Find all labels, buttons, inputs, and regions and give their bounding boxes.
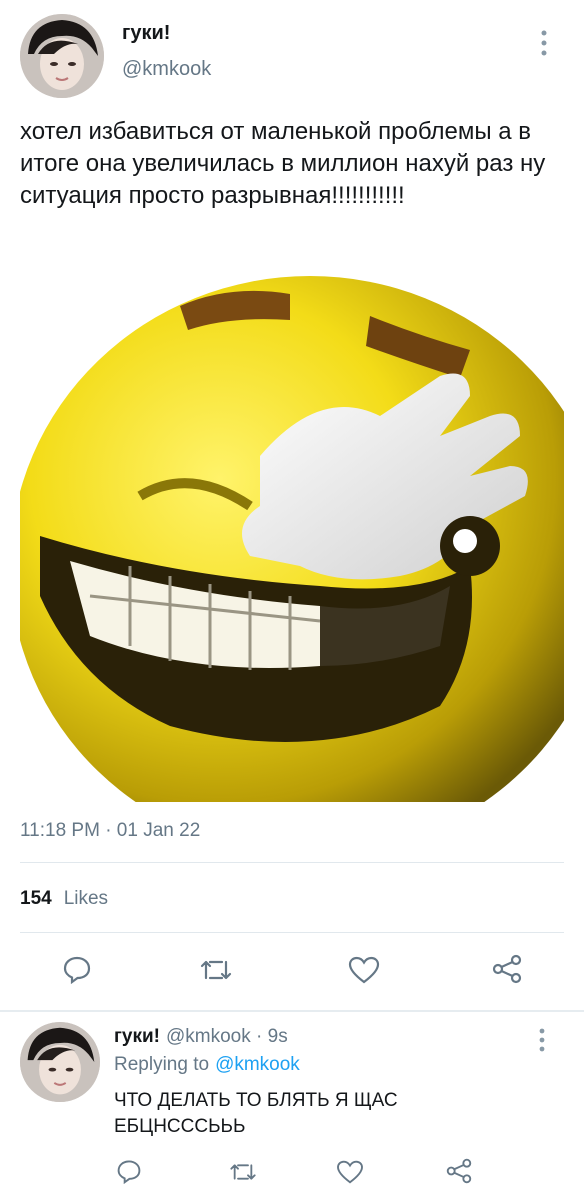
more-options-icon[interactable] xyxy=(540,30,548,56)
reply-icon[interactable] xyxy=(62,954,92,984)
likes-stat[interactable]: 154 Likes xyxy=(20,888,108,910)
divider xyxy=(20,932,564,933)
share-icon[interactable] xyxy=(492,954,522,984)
divider xyxy=(20,862,564,863)
reply-more-options-icon[interactable] xyxy=(538,1028,546,1052)
likes-label: Likes xyxy=(63,888,109,909)
reply-like-icon[interactable] xyxy=(336,1160,364,1184)
laughing-emoji-image[interactable] xyxy=(20,266,564,802)
avatar[interactable] xyxy=(20,14,104,98)
reply-reply-icon[interactable] xyxy=(116,1158,142,1184)
reply-avatar[interactable] xyxy=(20,1022,100,1102)
reply-handle-time[interactable]: @kmkook · 9s xyxy=(166,1026,288,1048)
display-name[interactable]: гуки! xyxy=(122,22,170,45)
likes-count: 154 xyxy=(20,888,52,909)
replying-to-handle-link[interactable]: @kmkook xyxy=(215,1054,300,1076)
tweet-timestamp[interactable]: 11:18 PM · 01 Jan 22 xyxy=(20,820,200,842)
reply-display-name[interactable]: гуки! xyxy=(114,1026,160,1048)
replying-to: Replying to @kmkook xyxy=(114,1054,300,1076)
reply-share-icon[interactable] xyxy=(446,1158,472,1184)
like-icon[interactable] xyxy=(348,956,380,984)
tweet-text: хотел избавиться от маленькой проблемы а… xyxy=(20,118,546,209)
divider xyxy=(0,1010,584,1012)
retweet-icon[interactable] xyxy=(198,956,234,984)
replying-to-prefix: Replying to xyxy=(114,1054,210,1075)
reply-text: ЧТО ДЕЛАТЬ ТО БЛЯТЬ Я ЩАС ЕБЦНСССЬЬЬ xyxy=(114,1090,398,1137)
reply-retweet-icon[interactable] xyxy=(228,1160,258,1184)
user-handle[interactable]: @kmkook xyxy=(122,58,211,81)
reply-header: гуки! @kmkook · 9s xyxy=(114,1026,288,1048)
